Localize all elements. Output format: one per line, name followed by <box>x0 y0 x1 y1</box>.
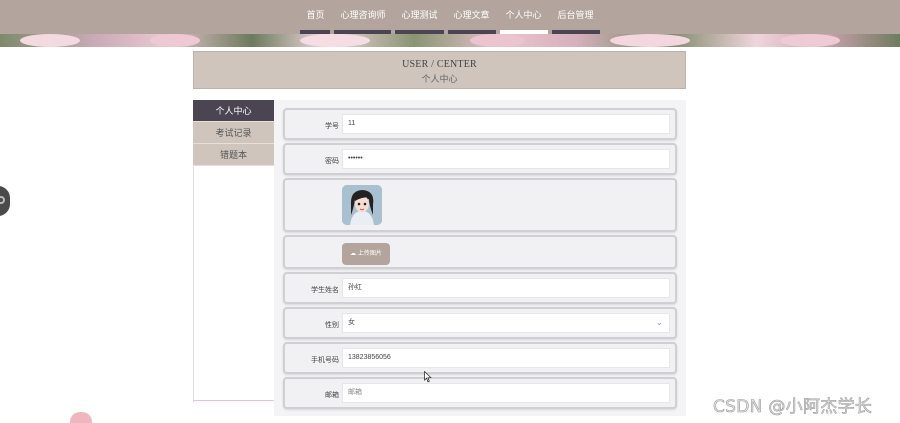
banner-petal <box>20 34 80 47</box>
form-row-phone: 手机号码 13823856056 <box>283 342 677 374</box>
nav-item-counselor[interactable]: 心理咨询师 <box>332 0 393 34</box>
mouse-cursor-icon <box>424 371 432 383</box>
circle-icon <box>0 196 5 204</box>
sidebar-item-user-center[interactable]: 个人中心 <box>193 100 274 122</box>
bottom-decoration <box>70 412 92 423</box>
nav-item-test[interactable]: 心理测试 <box>393 0 445 34</box>
nav-item-label: 心理咨询师 <box>340 10 386 20</box>
side-divider <box>193 167 194 402</box>
password-input[interactable]: •••••• <box>342 149 670 169</box>
form-row-student-name: 学生姓名 孙红 <box>283 272 677 304</box>
upload-button-label: 上传图片 <box>357 251 382 257</box>
banner-petal <box>610 34 690 47</box>
nav-item-label: 个人中心 <box>505 10 542 20</box>
student-name-input[interactable]: 孙红 <box>342 278 670 298</box>
field-label: 密码 <box>325 158 339 165</box>
floating-side-button[interactable] <box>0 186 10 216</box>
form-row-avatar <box>283 178 677 232</box>
sidebar-item-exam-records[interactable]: 考试记录 <box>193 122 274 144</box>
nav-items: 首页 心理咨询师 心理测试 心理文章 个人中心 后台管理 <box>298 0 601 34</box>
field-label: 学号 <box>325 123 339 130</box>
form-row-student-id: 学号 11 <box>283 108 677 140</box>
form-row-email: 邮箱 邮箱 <box>283 377 677 409</box>
floral-banner <box>0 34 900 47</box>
top-nav: 首页 心理咨询师 心理测试 心理文章 个人中心 后台管理 <box>0 0 900 34</box>
nav-item-label: 心理文章 <box>453 10 490 20</box>
banner-petal <box>150 34 200 47</box>
profile-form: 学号 11 密码 •••••• ☁ 上传图片 学生姓名 孙红 性别 女 ⌄ 手机… <box>274 100 686 416</box>
page-title-cn: 个人中心 <box>421 74 458 84</box>
upload-image-button[interactable]: ☁ 上传图片 <box>342 243 390 265</box>
side-menu: 个人中心 考试记录 错题本 <box>193 100 274 166</box>
field-label: 邮箱 <box>325 392 339 399</box>
avatar-illustration <box>342 185 382 225</box>
gender-select[interactable]: 女 <box>342 313 670 333</box>
banner-petal <box>780 34 840 47</box>
nav-item-label: 首页 <box>306 10 325 20</box>
cloud-upload-icon: ☁ <box>350 251 357 257</box>
form-row-upload: ☁ 上传图片 <box>283 235 677 269</box>
nav-item-label: 心理测试 <box>401 10 438 20</box>
sidebar-item-wrong-questions[interactable]: 错题本 <box>193 144 274 166</box>
email-input[interactable]: 邮箱 <box>342 383 670 403</box>
nav-item-admin[interactable]: 后台管理 <box>550 0 602 34</box>
banner-petal <box>300 34 370 47</box>
phone-input[interactable]: 13823856056 <box>342 348 670 368</box>
nav-item-user-center[interactable]: 个人中心 <box>498 0 550 34</box>
nav-item-label: 后台管理 <box>557 10 594 20</box>
field-label: 性别 <box>325 322 339 329</box>
field-label: 学生姓名 <box>311 287 339 294</box>
nav-item-articles[interactable]: 心理文章 <box>446 0 498 34</box>
form-row-gender: 性别 女 <box>283 307 677 339</box>
nav-item-home[interactable]: 首页 <box>298 0 332 34</box>
banner-petal <box>470 34 525 47</box>
avatar-image <box>342 185 382 225</box>
student-id-input[interactable]: 11 <box>342 114 670 134</box>
form-row-password: 密码 •••••• <box>283 143 677 175</box>
page-header: USER / CENTER 个人中心 <box>193 51 686 89</box>
page-title-en: USER / CENTER <box>402 59 477 70</box>
watermark-text: CSDN @小阿杰学长 <box>713 397 873 418</box>
field-label: 手机号码 <box>311 357 339 364</box>
side-bottom-line <box>193 400 274 401</box>
